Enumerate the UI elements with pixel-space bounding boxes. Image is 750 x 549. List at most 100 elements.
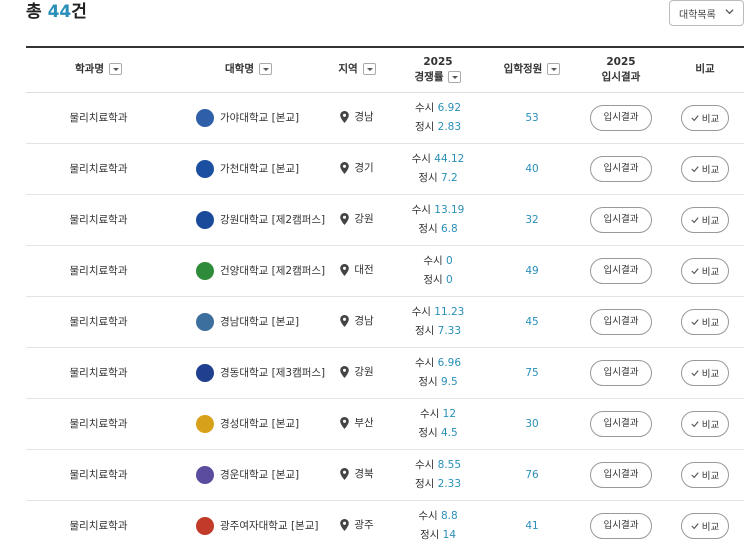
susi-rate: 수시 8.8 (418, 509, 458, 522)
susi-rate: 수시 0 (423, 254, 453, 267)
sort-dropdown-icon[interactable] (448, 70, 462, 83)
total-prefix: 총 (26, 2, 42, 22)
dept-name[interactable]: 물리치료학과 (70, 316, 128, 328)
table-row: 물리치료학과 경성대학교 [본교] 부산 수시 12 정시 4.5 30 입시결… (26, 398, 744, 449)
dept-cell: 물리치료학과 (26, 194, 171, 245)
compare-button[interactable]: 비교 (681, 359, 729, 386)
map-pin-icon (340, 314, 350, 327)
admission-result-button[interactable]: 입시결과 (590, 461, 652, 488)
region-name: 광주 (354, 519, 374, 532)
map-pin-icon (340, 212, 350, 225)
col-header-region: 지역 (326, 47, 388, 92)
compare-cell: 비교 (666, 398, 744, 449)
capacity-cell: 32 (488, 194, 576, 245)
dept-name[interactable]: 물리치료학과 (70, 214, 128, 226)
result-cell: 입시결과 (576, 194, 666, 245)
univ-name[interactable]: 경운대학교 [본교] (220, 467, 299, 482)
susi-rate: 수시 6.92 (414, 101, 462, 114)
col-header-dept: 학과명 (26, 47, 171, 92)
susi-rate: 수시 11.23 (411, 305, 465, 318)
map-pin-icon (340, 263, 350, 276)
dept-cell: 물리치료학과 (26, 500, 171, 549)
dept-name[interactable]: 물리치료학과 (70, 418, 128, 430)
sort-dropdown-icon[interactable] (547, 63, 561, 76)
admission-result-button[interactable]: 입시결과 (590, 257, 652, 284)
map-pin-icon (340, 416, 350, 429)
susi-rate: 수시 44.12 (411, 152, 465, 165)
capacity-cell: 40 (488, 143, 576, 194)
admission-result-button[interactable]: 입시결과 (590, 410, 652, 437)
capacity-value: 76 (525, 468, 539, 481)
check-icon (691, 369, 699, 376)
admission-result-button[interactable]: 입시결과 (590, 104, 652, 131)
map-pin-icon (340, 467, 350, 480)
univ-cell: 경남대학교 [본교] (171, 296, 326, 347)
capacity-value: 45 (525, 315, 539, 328)
compare-button[interactable]: 비교 (681, 206, 729, 233)
gachon-logo-icon (196, 159, 214, 178)
capacity-cell: 45 (488, 296, 576, 347)
map-pin-icon (340, 365, 350, 378)
ky-logo-icon (196, 261, 214, 280)
check-icon (691, 114, 699, 121)
total-suffix: 건 (71, 2, 87, 22)
university-list-select[interactable]: 대학목록 (669, 0, 744, 26)
capacity-value: 40 (525, 162, 539, 175)
admission-result-button[interactable]: 입시결과 (590, 155, 652, 182)
dept-name[interactable]: 물리치료학과 (70, 112, 128, 124)
region-cell: 부산 (326, 398, 388, 449)
jeongsi-rate: 정시 7.2 (418, 171, 458, 184)
sort-dropdown-icon[interactable] (108, 63, 122, 76)
univ-cell: 강원대학교 [제2캠퍼스] (171, 194, 326, 245)
region-name: 부산 (354, 417, 374, 430)
capacity-value: 41 (525, 519, 539, 532)
univ-name[interactable]: 경남대학교 [본교] (220, 314, 299, 329)
univ-name[interactable]: 건양대학교 [제2캠퍼스] (220, 263, 325, 278)
table-row: 물리치료학과 경동대학교 [제3캠퍼스] 강원 수시 6.96 정시 9.5 7… (26, 347, 744, 398)
kwangju-womens-logo-icon (196, 516, 214, 535)
univ-name[interactable]: 광주여자대학교 [본교] (220, 518, 318, 533)
admission-result-button[interactable]: 입시결과 (590, 206, 652, 233)
result-cell: 입시결과 (576, 449, 666, 500)
univ-cell: 가천대학교 [본교] (171, 143, 326, 194)
univ-name[interactable]: 가천대학교 [본교] (220, 161, 299, 176)
dept-name[interactable]: 물리치료학과 (70, 520, 128, 532)
univ-name[interactable]: 가야대학교 [본교] (220, 110, 299, 125)
compare-button[interactable]: 비교 (681, 461, 729, 488)
univ-name[interactable]: 경성대학교 [본교] (220, 416, 299, 431)
sort-dropdown-icon[interactable] (258, 63, 272, 76)
admission-result-button[interactable]: 입시결과 (590, 359, 652, 386)
univ-cell: 경동대학교 [제3캠퍼스] (171, 347, 326, 398)
compare-button[interactable]: 비교 (681, 155, 729, 182)
check-icon (691, 420, 699, 427)
compare-cell: 비교 (666, 347, 744, 398)
rate-cell: 수시 44.12 정시 7.2 (388, 143, 488, 194)
result-cell: 입시결과 (576, 92, 666, 143)
dept-name[interactable]: 물리치료학과 (70, 367, 128, 379)
region-cell: 강원 (326, 347, 388, 398)
compare-button[interactable]: 비교 (681, 410, 729, 437)
jeongsi-rate: 정시 14 (419, 528, 457, 541)
region-cell: 경북 (326, 449, 388, 500)
compare-button[interactable]: 비교 (681, 308, 729, 335)
table-row: 물리치료학과 경남대학교 [본교] 경남 수시 11.23 정시 7.33 45… (26, 296, 744, 347)
dept-name[interactable]: 물리치료학과 (70, 163, 128, 175)
region-cell: 경남 (326, 296, 388, 347)
compare-button[interactable]: 비교 (681, 257, 729, 284)
jeongsi-rate: 정시 4.5 (418, 426, 458, 439)
region-cell: 경기 (326, 143, 388, 194)
univ-name[interactable]: 강원대학교 [제2캠퍼스] (220, 212, 325, 227)
univ-name[interactable]: 경동대학교 [제3캠퍼스] (220, 365, 325, 380)
dept-name[interactable]: 물리치료학과 (70, 265, 128, 277)
dept-name[interactable]: 물리치료학과 (70, 469, 128, 481)
compare-button[interactable]: 비교 (681, 104, 729, 131)
admission-result-button[interactable]: 입시결과 (590, 308, 652, 335)
compare-button[interactable]: 비교 (681, 512, 729, 539)
table-row: 물리치료학과 강원대학교 [제2캠퍼스] 강원 수시 13.19 정시 6.8 … (26, 194, 744, 245)
compare-cell: 비교 (666, 92, 744, 143)
region-name: 경북 (354, 468, 374, 481)
sort-dropdown-icon[interactable] (362, 63, 376, 76)
check-icon (691, 471, 699, 478)
jeongsi-rate: 정시 2.83 (414, 120, 462, 133)
admission-result-button[interactable]: 입시결과 (590, 512, 652, 539)
